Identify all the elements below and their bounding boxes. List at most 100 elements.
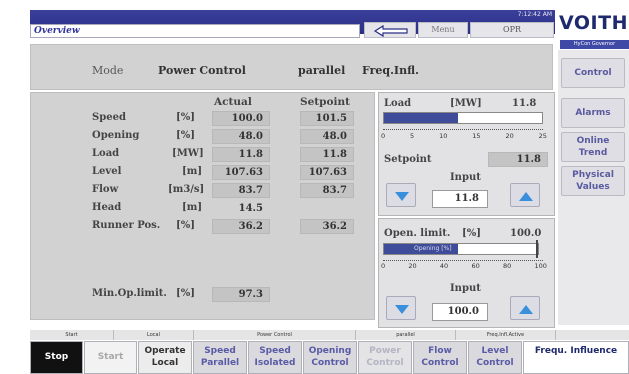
load-scale: 0 5 10 15 20 25: [381, 132, 547, 140]
back-button[interactable]: [364, 22, 416, 38]
stop-button[interactable]: Stop: [30, 341, 83, 374]
actual-value: 83.7: [212, 183, 270, 198]
alarms-button[interactable]: Alarms: [561, 98, 625, 128]
setpoint-label: Setpoint: [384, 154, 432, 165]
row-name: Head: [92, 202, 122, 213]
scale-label: 15: [472, 132, 481, 140]
load-bar-fill: [384, 113, 459, 123]
load-decrease-button[interactable]: [386, 183, 416, 207]
scale-label: 100: [534, 262, 547, 270]
arrow-down-icon: [395, 305, 409, 314]
voith-logo: VOITH: [559, 12, 628, 34]
open-limit-increase-button[interactable]: [510, 296, 540, 320]
load-value: 11.8: [512, 98, 537, 109]
scale-label: 0: [381, 132, 386, 140]
scale-label: 5: [410, 132, 415, 140]
setpoint-value: 107.63: [300, 165, 354, 180]
status-freq-infl-active: Freq.Infl.Active: [456, 330, 556, 340]
row-name: Runner Pos.: [92, 220, 161, 231]
opening-bar-label: Opening [%]: [414, 245, 452, 252]
load-increase-button[interactable]: [510, 183, 540, 207]
open-limit-value: 100.0: [510, 228, 542, 239]
logo-subtitle: HyCon Governor: [560, 40, 629, 49]
speed-isolated-button[interactable]: Speed Isolated: [248, 341, 302, 374]
arrow-up-icon: [519, 192, 533, 201]
setpoint-value: 36.2: [300, 219, 354, 234]
open-limit-label: Open. limit.: [384, 228, 451, 239]
row-name: Level: [92, 166, 122, 177]
row-unit: [%]: [176, 220, 195, 231]
scale-label: 60: [471, 262, 480, 270]
row-name: Flow: [92, 184, 119, 195]
load-setpoint-value: 11.8: [488, 152, 548, 167]
actual-value: 14.5: [238, 203, 263, 214]
actual-value: 97.3: [212, 287, 270, 302]
actual-value: 36.2: [212, 219, 270, 234]
online-trend-button[interactable]: Online Trend: [561, 132, 625, 162]
open-limit-decrease-button[interactable]: [386, 296, 416, 320]
parallel-indicator: parallel: [298, 64, 346, 77]
opening-control-button[interactable]: Opening Control: [303, 341, 357, 374]
setpoint-value: 83.7: [300, 183, 354, 198]
row-unit: [m3/s]: [168, 184, 205, 195]
arrow-left-icon: [373, 24, 408, 38]
scale-label: 25: [538, 132, 547, 140]
page-title: Overview: [30, 24, 360, 38]
scale-label: 20: [408, 262, 417, 270]
arrow-down-icon: [395, 192, 409, 201]
setpoint-value: 11.8: [300, 147, 354, 162]
setpoint-value: 101.5: [300, 111, 354, 126]
actual-header: Actual: [214, 96, 252, 108]
scale-label: 20: [505, 132, 514, 140]
row-name: Opening: [92, 130, 140, 141]
scale-label: 10: [439, 132, 448, 140]
row-unit: [m]: [182, 166, 203, 177]
setpoint-header: Setpoint: [300, 96, 350, 108]
flow-control-button[interactable]: Flow Control: [413, 341, 467, 374]
opening-bar: Opening [%]: [383, 243, 539, 255]
level-control-button[interactable]: Level Control: [468, 341, 522, 374]
load-label: Load: [384, 98, 412, 109]
setpoint-value: 48.0: [300, 129, 354, 144]
load-unit: [MW]: [450, 98, 482, 109]
physical-values-button[interactable]: Physical Values: [561, 166, 625, 196]
open-limit-unit: [%]: [462, 228, 481, 239]
values-panel: [30, 92, 375, 320]
power-control-button[interactable]: Power Control: [358, 341, 412, 374]
mode-value: Power Control: [158, 64, 246, 77]
row-name: Speed: [92, 112, 126, 123]
menu-button[interactable]: Menu: [418, 22, 468, 38]
actual-value: 107.63: [212, 165, 270, 180]
scale-label: 80: [502, 262, 512, 270]
row-name: Load: [92, 148, 120, 159]
clock: 7:12:42 AM: [517, 11, 552, 18]
scale-label: 40: [439, 262, 449, 270]
start-button[interactable]: Start: [84, 341, 137, 374]
row-unit: [m]: [182, 202, 203, 213]
status-power-control: Power Control: [194, 330, 356, 340]
freq-infl-indicator: Freq.Infl.: [362, 64, 419, 77]
operate-local-button[interactable]: Operate Local: [138, 341, 192, 374]
actual-value: 11.8: [212, 147, 270, 162]
status-parallel: parallel: [356, 330, 456, 340]
actual-value: 48.0: [212, 129, 270, 144]
load-bar: [383, 112, 543, 124]
mode-label: Mode: [92, 64, 124, 77]
arrow-up-icon: [519, 305, 533, 314]
scale-label: 0: [381, 262, 386, 270]
actual-value: 100.0: [212, 111, 270, 126]
frequ-influence-button[interactable]: Frequ. Influence: [523, 341, 629, 374]
opening-scale: 0 20 40 60 80 100: [381, 262, 547, 270]
row-unit: [MW]: [172, 148, 204, 159]
opening-scale-ticks: [383, 255, 543, 261]
row-unit: [%]: [176, 130, 195, 141]
status-start: Start: [30, 330, 114, 340]
input-label: Input: [450, 172, 481, 183]
status-local: Local: [114, 330, 194, 340]
row-name: Min.Op.limit.: [92, 288, 167, 299]
open-limit-input-field[interactable]: 100.0: [432, 303, 488, 321]
speed-parallel-button[interactable]: Speed Parallel: [193, 341, 247, 374]
control-button[interactable]: Control: [561, 58, 625, 88]
load-input-field[interactable]: 11.8: [432, 190, 488, 208]
opr-button[interactable]: OPR: [470, 22, 554, 38]
